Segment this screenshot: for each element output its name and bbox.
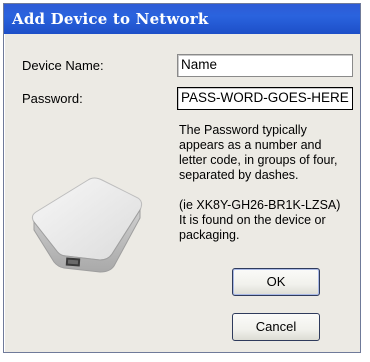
- password-help-text: The Password typically appears as a numb…: [179, 123, 359, 243]
- help-spacer: [179, 183, 359, 198]
- help-line: separated by dashes.: [179, 168, 299, 182]
- password-field[interactable]: PASS-WORD-GOES-HERE: [177, 87, 353, 110]
- add-device-dialog: Add Device to Network Device Name: Name …: [3, 3, 361, 353]
- title-bar[interactable]: Add Device to Network: [4, 4, 360, 34]
- help-line: packaging.: [179, 228, 240, 242]
- help-line: It is found on the device or: [179, 213, 326, 227]
- password-label: Password:: [22, 91, 83, 106]
- device-name-field[interactable]: Name: [177, 54, 353, 77]
- help-line: letter code, in groups of four,: [179, 153, 338, 167]
- cancel-button[interactable]: Cancel: [232, 313, 320, 341]
- window-title: Add Device to Network: [12, 10, 209, 28]
- powerline-adapter-icon: [31, 177, 143, 273]
- help-line: The Password typically: [179, 123, 307, 137]
- help-line: (ie XK8Y-GH26-BR1K-LZSA): [179, 198, 341, 212]
- ok-button[interactable]: OK: [232, 268, 320, 296]
- device-name-label: Device Name:: [22, 58, 104, 73]
- help-line: appears as a number and: [179, 138, 322, 152]
